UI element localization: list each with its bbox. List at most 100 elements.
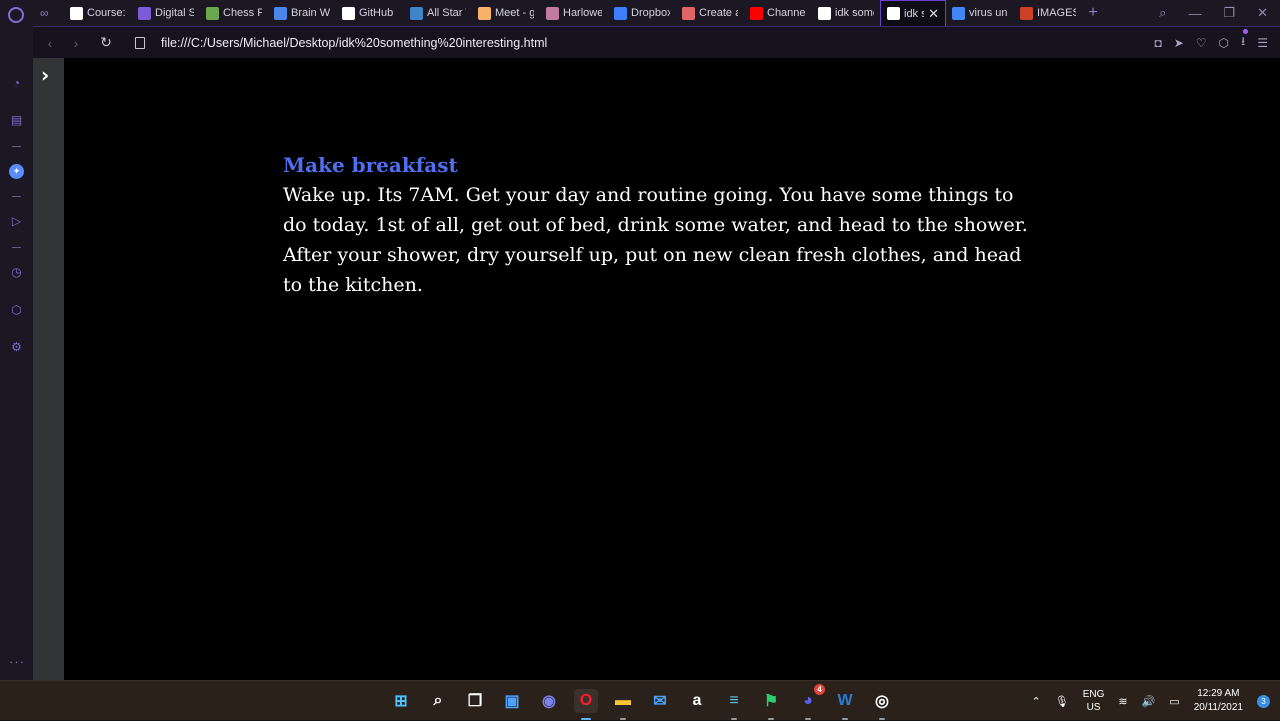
- sidebar-divider: [12, 146, 21, 147]
- reload-button[interactable]: ↻: [93, 34, 119, 51]
- microphone-icon[interactable]: 🎙: [1055, 695, 1069, 708]
- tab[interactable]: idk some: [812, 0, 880, 26]
- tab[interactable]: Channel: [744, 0, 812, 26]
- taskbar-apps: ⊞ ⌕ ❐ ▣ ◉ O ▬ ✉ a ≡ ⚑ ◕ 4 W ◎: [389, 681, 894, 721]
- extensions-cube-icon[interactable]: ⬡: [9, 303, 24, 318]
- back-button[interactable]: ‹: [37, 35, 63, 51]
- restore-button[interactable]: ❐: [1223, 5, 1235, 21]
- dropbox-icon: [614, 6, 627, 20]
- unread-badge: 4: [814, 684, 825, 695]
- tab-strip: ∞ Course: ( Digital St Chess Pu Brain Wr Git…: [0, 0, 1280, 26]
- address-bar-tools: ◘ ➤ ♡ ⬡ ⭳ ☰: [1154, 29, 1280, 53]
- new-tab-button[interactable]: +: [1082, 0, 1104, 26]
- docs-icon: [274, 6, 287, 20]
- tab-label: idk so: [904, 7, 924, 20]
- page-viewport: › Make breakfast Wake up. Its 7AM. Get y…: [33, 58, 1280, 680]
- tab[interactable]: Course: (: [64, 0, 132, 26]
- notification-badge[interactable]: 3: [1257, 694, 1270, 708]
- tab[interactable]: Digital St: [132, 0, 200, 26]
- obs-icon[interactable]: ◎: [870, 689, 894, 720]
- close-window-button[interactable]: ✕: [1257, 5, 1268, 21]
- snapshot-icon[interactable]: ◘: [1154, 36, 1161, 50]
- create-icon: [682, 6, 695, 20]
- story-sidebar: ›: [33, 58, 64, 680]
- chevron-right-icon[interactable]: ›: [41, 63, 49, 87]
- chess-pawn-icon: [206, 6, 219, 20]
- battery-icon[interactable]: ▭: [1169, 695, 1179, 708]
- more-icon[interactable]: ···: [9, 654, 25, 669]
- flag-app-icon[interactable]: ⚑: [759, 689, 783, 720]
- forward-button[interactable]: ›: [63, 35, 89, 51]
- tab-label: Channel: [767, 7, 806, 19]
- list-icon: [138, 6, 151, 20]
- chevron-up-icon[interactable]: ⌃: [1032, 695, 1041, 708]
- file-explorer-icon[interactable]: ▬: [611, 689, 635, 720]
- notepad-icon[interactable]: ≡: [722, 689, 746, 720]
- history-icon[interactable]: ◷: [9, 265, 24, 280]
- speed-dial-icon[interactable]: ◔: [9, 76, 24, 91]
- tab[interactable]: Create a: [676, 0, 744, 26]
- region-code: US: [1086, 702, 1101, 713]
- allstar-icon: [410, 6, 423, 20]
- tab[interactable]: Dropbox: [608, 0, 676, 26]
- globe-icon: [818, 6, 831, 20]
- youtube-icon: [750, 6, 763, 20]
- clock-time: 12:29 AM: [1197, 688, 1240, 699]
- bag-icon[interactable]: ▤: [9, 113, 24, 128]
- volume-icon[interactable]: 🔊: [1142, 695, 1156, 708]
- search-icon[interactable]: ⌕: [426, 689, 450, 713]
- mail-icon[interactable]: ✉: [648, 689, 672, 713]
- tab-label: GitHub: [359, 7, 394, 19]
- tab[interactable]: Brain Wr: [268, 0, 336, 26]
- tab-label: Chess Pu: [223, 7, 262, 19]
- tab[interactable]: GitHub: [336, 0, 404, 26]
- wifi-icon[interactable]: ≋: [1118, 695, 1127, 708]
- language-code: ENG: [1082, 689, 1105, 700]
- opera-menu-icon[interactable]: [8, 7, 24, 23]
- messenger-icon[interactable]: ✦: [9, 164, 24, 179]
- sidebar-divider: [12, 196, 21, 197]
- language-indicator[interactable]: ENG US: [1083, 688, 1105, 714]
- globe-icon: [887, 7, 900, 20]
- tab[interactable]: All Star T: [404, 0, 472, 26]
- amazon-icon[interactable]: a: [685, 689, 709, 713]
- tab[interactable]: Harlowe: [540, 0, 608, 26]
- tab-label: Dropbox: [631, 7, 670, 19]
- settings-gear-icon[interactable]: ⚙: [9, 340, 24, 355]
- file-icon: [135, 36, 145, 49]
- tab[interactable]: Meet - g: [472, 0, 540, 26]
- tab-active[interactable]: idk so ✕: [880, 0, 946, 26]
- start-button-icon[interactable]: ⊞: [389, 689, 413, 713]
- workspaces-icon[interactable]: ∞: [40, 6, 56, 20]
- passage: Make breakfast Wake up. Its 7AM. Get you…: [283, 152, 1043, 300]
- easy-setup-icon[interactable]: ☰: [1257, 36, 1268, 50]
- chat-icon[interactable]: ◉: [537, 689, 561, 713]
- send-icon[interactable]: ➤: [1174, 36, 1184, 50]
- tab-search-icon[interactable]: ⌕: [1159, 5, 1166, 21]
- discord-icon[interactable]: ◕ 4: [796, 684, 825, 720]
- opera-sidebar: ◔ ▤ ✦ ▷ ◷ ⬡ ⚙ ···: [0, 26, 33, 680]
- word-icon[interactable]: W: [833, 689, 857, 720]
- document-icon: [70, 6, 83, 20]
- player-icon[interactable]: ▷: [9, 214, 24, 229]
- widgets-icon[interactable]: ▣: [500, 689, 524, 713]
- tab[interactable]: Chess Pu: [200, 0, 268, 26]
- minimize-button[interactable]: —: [1188, 6, 1201, 21]
- task-view-icon[interactable]: ❐: [463, 689, 487, 713]
- opera-icon[interactable]: O: [574, 689, 598, 720]
- passage-link[interactable]: Make breakfast: [283, 152, 1043, 178]
- tab[interactable]: IMAGES:: [1014, 0, 1082, 26]
- close-tab-icon[interactable]: ✕: [928, 6, 939, 22]
- windows-taskbar: ⊞ ⌕ ❐ ▣ ◉ O ▬ ✉ a ≡ ⚑ ◕ 4 W ◎ ⌃ 🎙 ENG US ≋ 🔊 ▭ 12:29 A…: [0, 680, 1280, 720]
- extensions-icon[interactable]: ⬡: [1219, 36, 1229, 50]
- heart-icon[interactable]: ♡: [1196, 36, 1207, 50]
- harlowe-icon: [546, 6, 559, 20]
- clock[interactable]: 12:29 AM 20/11/2021: [1194, 687, 1243, 715]
- download-icon[interactable]: ⭳: [1241, 29, 1249, 53]
- address-input[interactable]: file:///C:/Users/Michael/Desktop/idk%20s…: [161, 36, 547, 50]
- tab[interactable]: virus und: [946, 0, 1014, 26]
- system-tray: ⌃ 🎙 ENG US ≋ 🔊 ▭ 12:29 AM 20/11/2021 3: [1032, 681, 1270, 721]
- tab-label: Brain Wr: [291, 7, 330, 19]
- tab-label: Digital St: [155, 7, 194, 19]
- clock-date: 20/11/2021: [1193, 702, 1243, 713]
